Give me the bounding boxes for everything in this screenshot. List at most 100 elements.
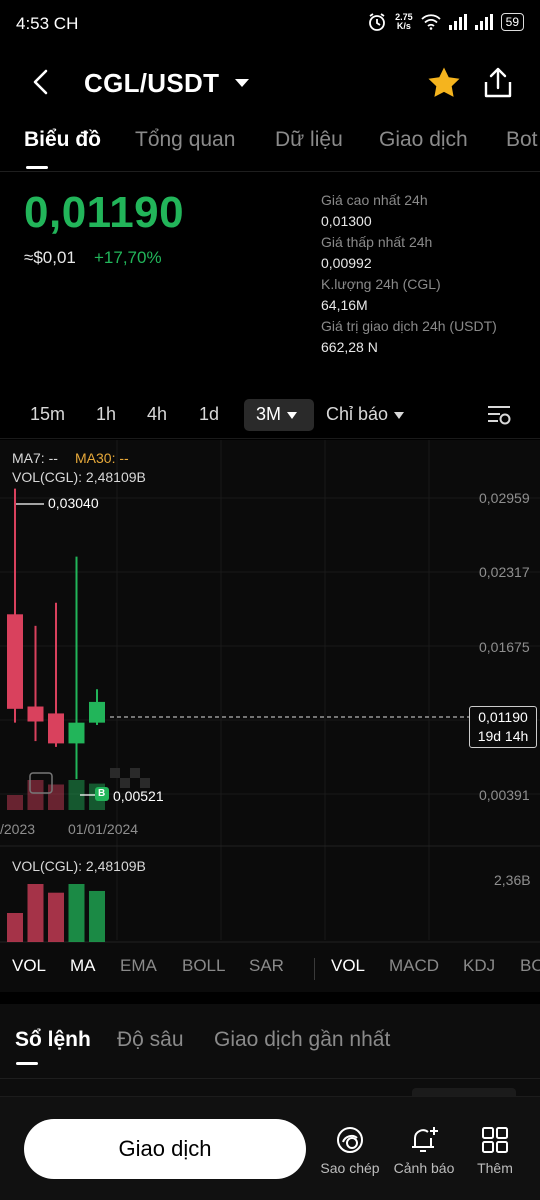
- pair-dropdown-icon[interactable]: [234, 76, 250, 94]
- tab-bot[interactable]: Bot: [506, 128, 538, 152]
- tab-chart[interactable]: Biểu đồ: [24, 128, 101, 152]
- indicator-menu[interactable]: Chỉ báo: [326, 404, 405, 425]
- chevron-left-icon: [33, 69, 48, 95]
- volume-bar: [27, 884, 44, 942]
- timeframe-15m[interactable]: 15m: [30, 404, 65, 425]
- divider: [0, 1078, 540, 1079]
- stat-label-low: Giá thấp nhất 24h: [321, 234, 433, 250]
- network-speed: 2.75 K/s: [395, 12, 413, 31]
- status-icons: 2.75 K/s 59: [367, 12, 524, 32]
- main-tabs: Biểu đồ Tổng quan Dữ liệu Giao dịch Bot: [0, 128, 540, 172]
- divider: [0, 438, 540, 439]
- star-icon: [428, 67, 460, 97]
- indicator-menu-label: Chỉ báo: [326, 404, 389, 424]
- overlay-volume-bar: [48, 784, 64, 810]
- tab-recent-trades[interactable]: Giao dịch gần nhất: [214, 1028, 390, 1052]
- status-time: 4:53 CH: [16, 14, 79, 33]
- copy-trade-label[interactable]: Sao chép: [318, 1160, 382, 1176]
- candle-body: [68, 722, 85, 744]
- signal-icon-2: [474, 14, 493, 30]
- indicator-sub-vol[interactable]: VOL: [331, 956, 365, 976]
- share-button[interactable]: [482, 66, 514, 105]
- chevron-down-icon: [394, 412, 405, 419]
- price-axis-label: 0,00391: [479, 787, 530, 803]
- countdown-label: 19d 14h: [477, 728, 529, 744]
- volume-axis-label: 2,36B: [494, 872, 531, 888]
- volume-bar: [89, 890, 105, 942]
- tab-trades[interactable]: Giao dịch: [379, 128, 468, 152]
- stats-panel: Giá cao nhất 24h 0,01300 Giá thấp nhất 2…: [321, 190, 531, 358]
- tab-data[interactable]: Dữ liệu: [275, 128, 343, 152]
- timeframe-4h[interactable]: 4h: [147, 404, 167, 425]
- indicator-kdj[interactable]: KDJ: [463, 956, 495, 976]
- favorite-button[interactable]: [426, 66, 462, 105]
- candlestick-chart: [0, 440, 540, 943]
- volume-bar: [7, 913, 23, 942]
- overlay-volume-bar: [7, 795, 23, 810]
- indicator-tabs: VOL MA EMA BOLL SAR VOL MACD KDJ BOLL: [0, 956, 540, 986]
- indicator-sar[interactable]: SAR: [249, 956, 284, 976]
- volume-pane-label: VOL(CGL): 2,48109B: [12, 858, 146, 874]
- indicator-separator: [314, 958, 315, 980]
- divider: [0, 171, 540, 172]
- signal-icon: [448, 14, 467, 30]
- chart-settings-icon: [488, 406, 511, 425]
- indicator-sub-boll[interactable]: BOLL: [520, 956, 540, 976]
- candles-group: [7, 488, 105, 780]
- alarm-icon: [369, 13, 386, 31]
- tab-depth[interactable]: Độ sâu: [117, 1028, 184, 1052]
- battery-indicator: 59: [500, 13, 524, 31]
- trade-button[interactable]: Giao dịch: [24, 1119, 306, 1179]
- section-gap: [0, 992, 540, 1004]
- usd-price: ≈$0,01: [24, 248, 76, 267]
- chart-settings-button[interactable]: [486, 404, 512, 431]
- price-chart[interactable]: MA7: -- MA30: -- VOL(CGL): 2,48109B 0,03…: [0, 440, 540, 992]
- copy-trade-icon[interactable]: [333, 1124, 367, 1161]
- timeframe-1h[interactable]: 1h: [96, 404, 116, 425]
- timeframe-1d[interactable]: 1d: [199, 404, 219, 425]
- tab-overview[interactable]: Tổng quan: [135, 128, 235, 152]
- buy-marker-label: B: [98, 788, 106, 799]
- volume-bar: [68, 884, 85, 942]
- timeframe-selected-label: 3M: [256, 404, 282, 424]
- candle-body: [89, 701, 105, 723]
- alert-label[interactable]: Cảnh báo: [389, 1160, 459, 1176]
- ma30-label: MA30: --: [75, 450, 129, 466]
- price-axis-label: 0,02317: [479, 564, 530, 580]
- grid-icon[interactable]: [479, 1124, 511, 1161]
- back-button[interactable]: [26, 66, 58, 98]
- last-price: 0,01190: [24, 188, 185, 237]
- share-icon: [484, 67, 512, 98]
- stat-value-low: 0,00992: [321, 255, 372, 271]
- indicator-boll[interactable]: BOLL: [182, 956, 225, 976]
- vol-label: VOL(CGL): 2,48109B: [12, 469, 146, 485]
- wifi-icon: [421, 14, 441, 30]
- low-marker-label: 0,00521: [113, 788, 164, 804]
- ma7-label: MA7: --: [12, 450, 58, 466]
- candle-body: [27, 706, 44, 722]
- timeframe-3m: 3M: [256, 404, 298, 425]
- candle-body: [7, 614, 23, 709]
- price-axis-label: 0,01675: [479, 639, 530, 655]
- bell-plus-icon[interactable]: [407, 1124, 441, 1161]
- candle-body: [48, 713, 64, 744]
- high-marker-label: 0,03040: [48, 495, 99, 511]
- active-tab-indicator: [16, 1062, 38, 1065]
- last-price-tag: 0,01190 19d 14h: [469, 706, 537, 748]
- chevron-down-icon: [287, 412, 298, 419]
- tab-order-book[interactable]: Sổ lệnh: [15, 1028, 91, 1052]
- indicator-ema[interactable]: EMA: [120, 956, 157, 976]
- more-label[interactable]: Thêm: [470, 1160, 520, 1176]
- volume-bar: [48, 892, 64, 942]
- active-tab-indicator: [26, 166, 48, 169]
- stat-value-turnover: 662,28 N: [321, 339, 378, 355]
- change-percent: +17,70%: [94, 248, 162, 267]
- indicator-ma[interactable]: MA: [70, 956, 96, 976]
- watermark-logo: [110, 768, 150, 788]
- indicator-macd[interactable]: MACD: [389, 956, 439, 976]
- date-axis-label: 01/01/2024: [68, 821, 139, 837]
- price-axis-label: 0,02959: [479, 490, 530, 506]
- indicator-vol[interactable]: VOL: [12, 956, 46, 976]
- pair-title[interactable]: CGL/USDT: [84, 68, 219, 99]
- stat-value-volume: 64,16M: [321, 297, 368, 313]
